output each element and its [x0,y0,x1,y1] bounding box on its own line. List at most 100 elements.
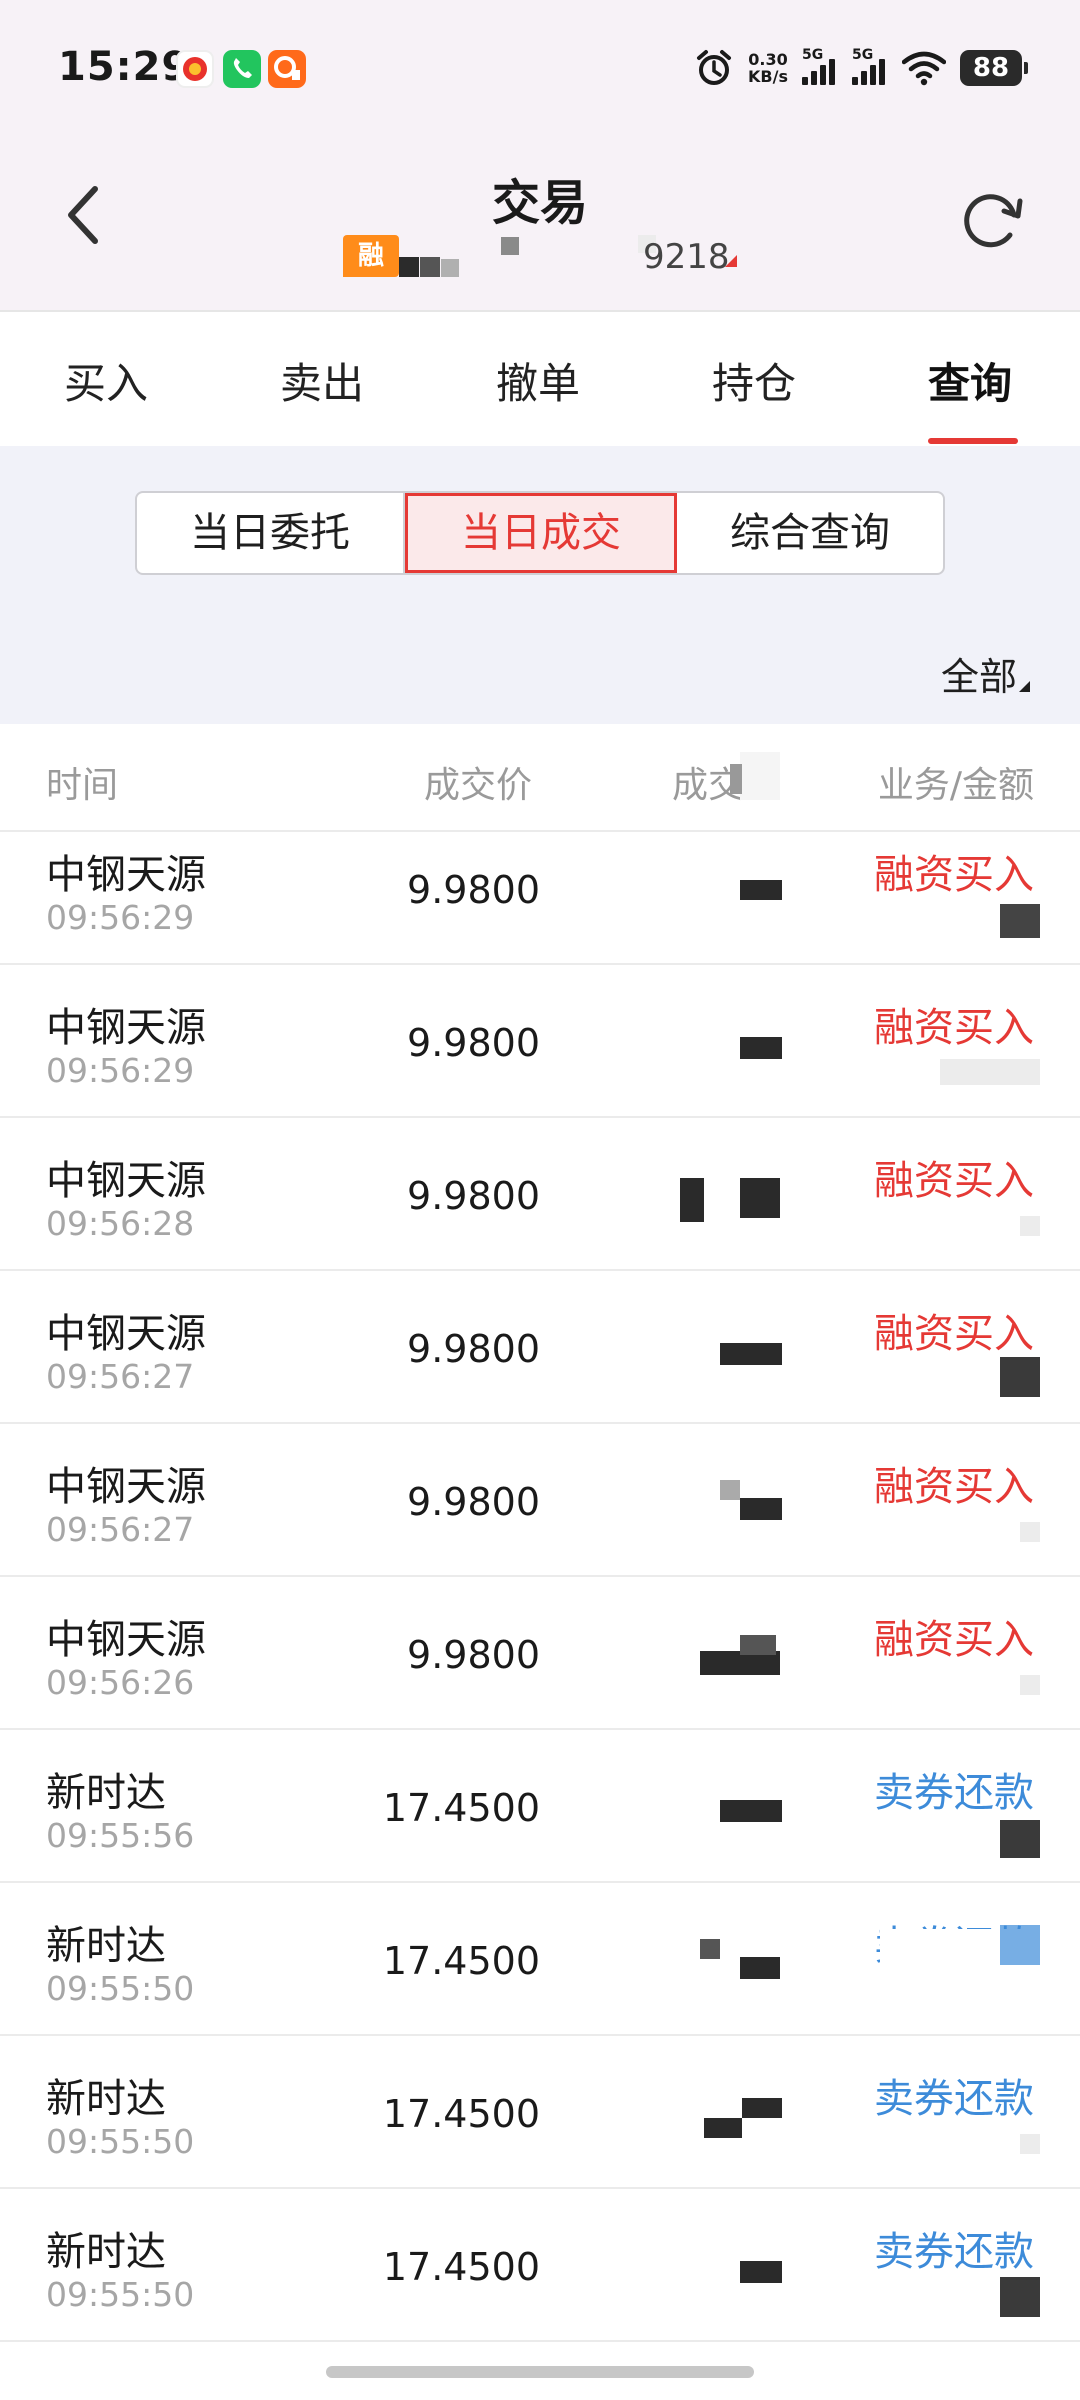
business-type: 融资买入 [874,1464,1034,1510]
shopping-app-icon [268,50,306,88]
masked-volume [680,1178,704,1222]
masked-volume [720,1480,740,1500]
table-row[interactable]: 中钢天源 09:56:29 9.9800 融资买入 [0,832,1080,965]
tab-positions[interactable]: 持仓 [712,350,796,411]
signal-5g-2: 5G [852,47,888,85]
table-row[interactable]: 新时达 09:55:56 17.4500 卖券还款 [0,1730,1080,1883]
stock-name: 新时达 [46,1770,166,1816]
active-tab-indicator [928,438,1018,444]
tab-sell[interactable]: 卖出 [280,350,364,411]
signal-2-label: 5G [852,47,874,63]
masked-volume [740,1498,782,1520]
signal-1-label: 5G [802,47,824,63]
masked-volume [740,880,782,900]
masked-header [730,764,742,794]
net-speed: 0.30 KB/s [748,51,788,85]
stock-name: 新时达 [46,2076,166,2122]
masked-amount [1020,1216,1040,1236]
signal-5g-1: 5G [802,47,838,85]
page-title: 交易 [491,175,588,231]
stock-name: 中钢天源 [46,1311,206,1357]
masked-volume [720,1800,782,1822]
trade-price: 9.9800 [407,1633,540,1677]
trade-time: 09:55:50 [46,2275,195,2314]
col-business-amount: 业务/金额 [877,765,1034,806]
phone-app-icon [223,50,261,88]
segment-general-query[interactable]: 综合查询 [677,493,943,573]
trade-time: 09:56:27 [46,1357,195,1396]
business-type: 卖券还款 [874,2229,1034,2275]
trade-time: 09:56:28 [46,1204,195,1243]
business-type: 融资买入 [874,1617,1034,1663]
account-dropdown-icon [725,255,737,267]
masked-volume [740,2261,782,2283]
business-filter-dropdown[interactable]: 全部 [941,646,1030,701]
trade-price: 17.4500 [382,1939,540,1983]
trade-time: 09:55:50 [46,2122,195,2161]
masked-account [420,257,440,277]
business-filter-label: 全部 [940,655,1017,699]
masked-volume [740,1178,780,1218]
masked-volume [740,1037,782,1059]
table-row[interactable]: 中钢天源 09:56:27 9.9800 融资买入 [0,1424,1080,1577]
masked-amount [1000,1357,1040,1397]
trade-price: 17.4500 [382,2092,540,2136]
table-row[interactable]: 新时达 09:55:50 17.4500 卖券还款 [0,2189,1080,2342]
refresh-button[interactable] [958,185,1028,255]
dropdown-corner-icon [1019,681,1030,692]
trade-price: 17.4500 [382,1786,540,1830]
trade-price: 9.9800 [407,868,540,912]
account-selector[interactable]: 融 9218 [343,235,743,283]
segment-today-trades[interactable]: 当日成交 [405,493,677,573]
business-type: 卖券还款 [874,2076,1034,2122]
table-row[interactable]: 中钢天源 09:56:29 9.9800 融资买入 [0,965,1080,1118]
refresh-icon [964,194,1023,248]
stock-name: 新时达 [46,1923,166,1969]
trade-time: 09:56:29 [46,898,195,937]
masked-amount [1020,2134,1040,2154]
masked-amount [1000,1925,1040,1965]
stock-name: 新时达 [46,2229,166,2275]
masked-account [399,257,419,277]
home-indicator[interactable] [326,2366,754,2378]
segment-today-orders[interactable]: 当日委托 [137,493,405,573]
business-type: 融资买入 [874,852,1034,898]
masked-volume [720,1343,782,1365]
business-type: 融资买入 [874,1005,1034,1051]
table-header: 时间 成交价 成交 业务/金额 [0,724,1080,832]
status-bar: 15:29 0.30 KB/s 5G 5G 88 [0,0,1080,135]
masked-amount [1000,904,1040,938]
trade-time: 09:56:27 [46,1510,195,1549]
col-time: 时间 [46,765,119,806]
status-time: 15:29 [58,44,191,90]
stock-name: 中钢天源 [46,1005,206,1051]
margin-account-badge: 融 [343,235,399,277]
tab-buy[interactable]: 买入 [64,350,148,411]
trade-list: 中钢天源 09:56:29 9.9800 融资买入 中钢天源 09:56:29 … [0,832,1080,2342]
tab-cancel-order[interactable]: 撤单 [496,350,580,411]
masked-amount [940,1059,1040,1085]
masked-volume [740,1635,776,1655]
table-row[interactable]: 新时达 09:55:50 17.4500 卖券还款 [0,1883,1080,2036]
net-speed-value: 0.30 [748,50,788,69]
masked-account [501,237,519,255]
stock-name: 中钢天源 [46,852,206,898]
table-row[interactable]: 中钢天源 09:56:28 9.9800 融资买入 [0,1118,1080,1271]
table-row[interactable]: 中钢天源 09:56:26 9.9800 融资买入 [0,1577,1080,1730]
business-type: 融资买入 [874,1311,1034,1357]
masked-account [441,259,459,277]
query-segment-control: 当日委托 当日成交 综合查询 [135,491,945,575]
table-row[interactable]: 中钢天源 09:56:27 9.9800 融资买入 [0,1271,1080,1424]
account-number: 9218 [643,237,730,277]
masked-volume [742,2098,782,2118]
trade-price: 9.9800 [407,1021,540,1065]
masked-volume [700,1939,720,1959]
table-row[interactable]: 新时达 09:55:50 17.4500 卖券还款 [0,2036,1080,2189]
status-right-group: 0.30 KB/s 5G 5G 88 [694,46,1028,90]
stock-name: 中钢天源 [46,1617,206,1663]
tab-query[interactable]: 查询 [928,350,1012,411]
trade-header: 交易 融 9218 [0,135,1080,310]
wifi-icon [902,51,946,86]
trade-time: 09:55:56 [46,1816,195,1855]
trade-time: 09:56:29 [46,1051,195,1090]
